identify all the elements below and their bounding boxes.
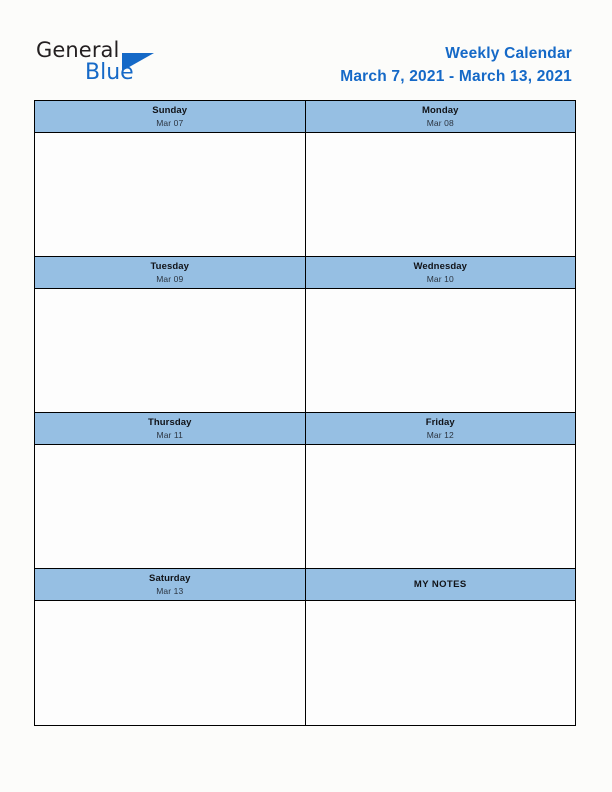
notes-header: MY NOTES	[304, 568, 576, 601]
brand-logo[interactable]: General Blue	[36, 38, 226, 88]
day-cell-tuesday[interactable]	[34, 288, 306, 413]
day-cell-sunday[interactable]	[34, 132, 306, 257]
date-range: March 7, 2021 - March 13, 2021	[340, 68, 572, 85]
day-cell-friday[interactable]	[304, 444, 576, 569]
day-header-monday: Monday Mar 08	[304, 100, 576, 133]
day-header-wednesday: Wednesday Mar 10	[304, 256, 576, 289]
day-cell-saturday[interactable]	[34, 600, 306, 726]
table-row: Thursday Mar 11 Friday Mar 12	[34, 412, 576, 445]
day-name-label: Friday	[425, 417, 455, 428]
day-date-label: Mar 12	[426, 430, 454, 440]
table-row: Saturday Mar 13 MY NOTES	[34, 568, 576, 601]
day-name-label: Monday	[422, 105, 459, 116]
day-name-label: Sunday	[152, 105, 188, 116]
table-row: Sunday Mar 07 Monday Mar 08	[34, 100, 576, 133]
day-header-saturday: Saturday Mar 13	[34, 568, 306, 601]
day-cell-monday[interactable]	[304, 132, 576, 257]
day-cell-content[interactable]	[35, 289, 305, 412]
day-cell-content[interactable]	[35, 133, 305, 256]
day-name-label: Saturday	[149, 573, 191, 584]
day-cell-thursday[interactable]	[34, 444, 306, 569]
title-block: Weekly Calendar March 7, 2021 - March 13…	[340, 44, 572, 87]
day-cell-content[interactable]	[306, 445, 576, 568]
notes-cell[interactable]	[304, 600, 576, 726]
notes-label: MY NOTES	[413, 579, 467, 590]
page-title: Weekly Calendar	[445, 45, 572, 62]
weekly-calendar-table: Sunday Mar 07 Monday Mar 08 Tuesday Mar …	[34, 100, 576, 726]
day-cell-content[interactable]	[35, 601, 305, 725]
table-row	[34, 288, 576, 413]
day-name-label: Wednesday	[413, 261, 468, 272]
day-header-sunday: Sunday Mar 07	[34, 100, 306, 133]
day-cell-content[interactable]	[35, 445, 305, 568]
table-row: Tuesday Mar 09 Wednesday Mar 10	[34, 256, 576, 289]
day-date-label: Mar 11	[156, 430, 183, 440]
day-name-label: Tuesday	[150, 261, 190, 272]
day-header-friday: Friday Mar 12	[304, 412, 576, 445]
day-cell-wednesday[interactable]	[304, 288, 576, 413]
logo-text-blue: Blue	[85, 60, 134, 85]
logo-text-general: General	[36, 38, 120, 62]
day-header-thursday: Thursday Mar 11	[34, 412, 306, 445]
day-date-label: Mar 09	[156, 274, 184, 284]
table-row	[34, 444, 576, 569]
day-date-label: Mar 08	[426, 118, 454, 128]
table-row	[34, 132, 576, 257]
day-name-label: Thursday	[147, 417, 192, 428]
notes-cell-content[interactable]	[306, 601, 576, 725]
day-header-tuesday: Tuesday Mar 09	[34, 256, 306, 289]
day-date-label: Mar 10	[426, 274, 454, 284]
table-row	[34, 600, 576, 726]
day-cell-content[interactable]	[306, 289, 576, 412]
day-date-label: Mar 13	[156, 586, 184, 596]
page-header-bar: General Blue Weekly Calendar March 7, 20…	[0, 0, 612, 100]
day-date-label: Mar 07	[156, 118, 184, 128]
day-cell-content[interactable]	[306, 133, 576, 256]
